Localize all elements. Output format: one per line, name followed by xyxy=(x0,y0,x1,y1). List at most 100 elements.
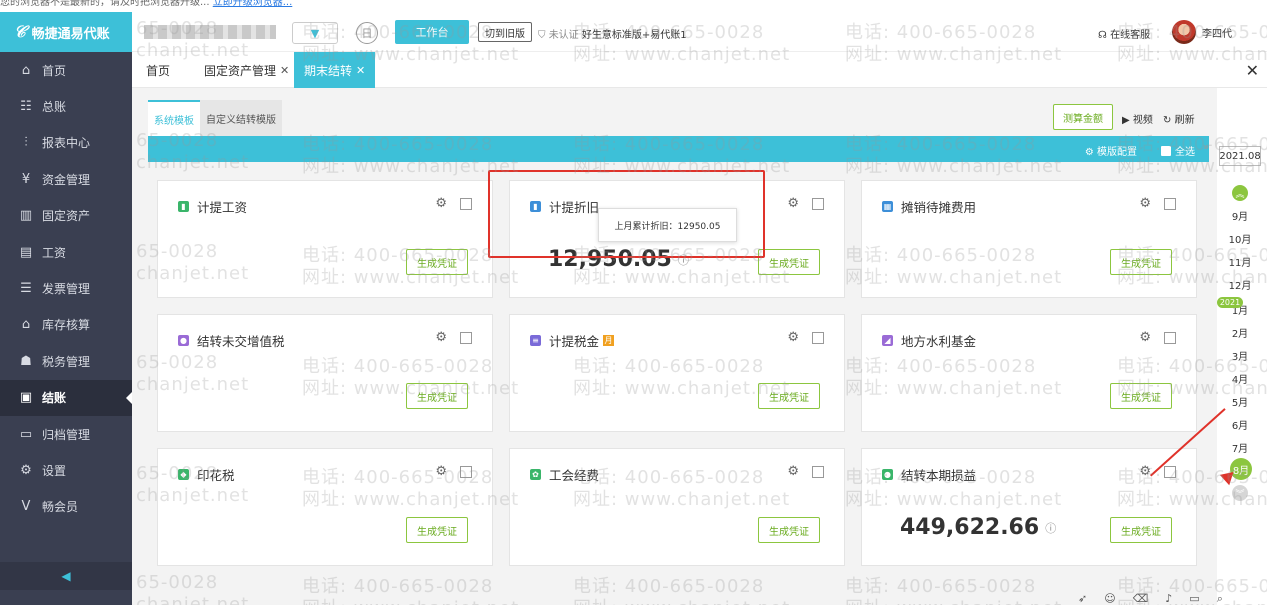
year-badge: 2021 xyxy=(1217,297,1243,308)
card-checkbox[interactable] xyxy=(812,466,824,478)
gear-icon[interactable]: ⚙ xyxy=(1139,196,1151,211)
amount-value: 449,622.66 xyxy=(900,515,1040,540)
card-checkbox[interactable] xyxy=(1164,332,1176,344)
generate-voucher-button[interactable]: 生成凭证 xyxy=(406,517,468,543)
gear-icon[interactable]: ⚙ xyxy=(1139,464,1151,479)
gear-icon[interactable]: ⚙ xyxy=(1139,330,1151,345)
avatar[interactable] xyxy=(1172,20,1196,44)
card-checkbox[interactable] xyxy=(1164,466,1176,478)
card-title-label: 工会经费 xyxy=(549,468,600,483)
refresh-link[interactable]: ↻ 刷新 xyxy=(1163,111,1195,126)
close-icon[interactable]: ✕ xyxy=(356,64,365,77)
gear-icon[interactable]: ⚙ xyxy=(787,330,799,345)
salary-icon: ▤ xyxy=(19,244,33,260)
help-icon[interactable]: ⓘ xyxy=(1045,520,1056,536)
card-checkbox[interactable] xyxy=(812,332,824,344)
tab-system-template[interactable]: 系统模板 xyxy=(148,100,200,136)
template-subtabs: 系统模板 自定义结转模版 xyxy=(148,100,282,136)
sidebar-item[interactable]: ▭ 归档管理 xyxy=(0,416,132,452)
rocket-icon[interactable]: ➶ xyxy=(1078,592,1087,605)
closing-card: ✿ 工会经费 ⚙ 生成凭证 xyxy=(509,448,845,566)
generate-voucher-button[interactable]: 生成凭证 xyxy=(1110,249,1172,275)
gear-icon[interactable]: ⚙ xyxy=(787,464,799,479)
card-checkbox[interactable] xyxy=(812,198,824,210)
month-option[interactable]: 11月 xyxy=(1217,254,1263,269)
sidebar-item[interactable]: ☗ 税务管理 xyxy=(0,343,132,379)
card-checkbox[interactable] xyxy=(460,332,472,344)
month-option[interactable]: 6月 xyxy=(1217,417,1263,432)
expand-picker-icon[interactable]: » xyxy=(1203,142,1215,160)
month-option[interactable]: 4月 xyxy=(1217,371,1263,386)
month-option[interactable]: 12月 xyxy=(1217,277,1263,292)
generate-voucher-button[interactable]: 生成凭证 xyxy=(1110,383,1172,409)
close-all-tabs-icon[interactable]: ✕ xyxy=(1246,61,1259,80)
calendar-icon[interactable]: 日 xyxy=(356,22,378,44)
gear-icon[interactable]: ⚙ xyxy=(787,196,799,211)
current-period[interactable]: 2021.08 xyxy=(1219,146,1261,166)
month-option[interactable]: 10月 xyxy=(1217,231,1263,246)
scroll-up-icon[interactable]: ︽ xyxy=(1232,185,1248,201)
sidebar-item-label: 库存核算 xyxy=(42,318,91,333)
sidebar-item[interactable]: ⌂ 首页 xyxy=(0,52,132,88)
month-option[interactable]: 3月 xyxy=(1217,348,1263,363)
sidebar-item-label: 固定资产 xyxy=(42,209,91,224)
sidebar-item[interactable]: ☰ 发票管理 xyxy=(0,270,132,306)
video-link[interactable]: ▶ 视频 xyxy=(1122,111,1153,126)
speaker-icon[interactable]: ♪ xyxy=(1165,592,1172,605)
generate-voucher-button[interactable]: 生成凭证 xyxy=(406,249,468,275)
browser-notice: 您的浏览器不是最新的，请及时把浏览器升级... 立即升级浏览器... xyxy=(0,0,1267,12)
tab-fixed-assets[interactable]: 固定资产管理 ✕ xyxy=(204,52,289,88)
sidebar-item[interactable]: ⚙ 设置 xyxy=(0,452,132,488)
card-checkbox[interactable] xyxy=(1164,198,1176,210)
card-title: ✿ 工会经费 xyxy=(530,465,599,484)
switch-old-version-button[interactable]: 切到旧版 xyxy=(478,22,532,42)
window-icon[interactable]: ▭ xyxy=(1189,592,1199,605)
card-type-icon: ▮ xyxy=(178,201,189,212)
sidebar-item[interactable]: ▣ 结账 xyxy=(0,379,132,416)
sidebar-item[interactable]: ▤ 工资 xyxy=(0,234,132,270)
main-content: 系统模板 自定义结转模版 测算金额 ▶ 视频 ↻ 刷新 ⚙ 模版配置 全选 ▮ 计… xyxy=(132,88,1217,605)
generate-voucher-button[interactable]: 生成凭证 xyxy=(758,249,820,275)
month-option[interactable]: 2月 xyxy=(1217,325,1263,340)
tab-period-end-closing[interactable]: 期末结转 ✕ xyxy=(294,52,376,88)
tab-custom-template[interactable]: 自定义结转模版 xyxy=(200,100,282,136)
scroll-down-icon[interactable]: ︾ xyxy=(1232,485,1248,501)
unverified-label[interactable]: 未认证 xyxy=(549,30,579,41)
generate-voucher-button[interactable]: 生成凭证 xyxy=(758,517,820,543)
checkout-icon: ▣ xyxy=(19,390,33,406)
sidebar-item[interactable]: ¥ 资金管理 xyxy=(0,161,132,197)
trash-icon[interactable]: ⌫ xyxy=(1133,592,1149,605)
user-menu[interactable]: 李四代 xyxy=(1172,20,1232,44)
generate-voucher-button[interactable]: 生成凭证 xyxy=(406,383,468,409)
sidebar: 𝒞 畅捷通易代账 ⌂ 首页 ☷ 总账 ⫶ 报表中心 ¥ 资金管理 ▥ 固定资产 ▤ 工资 ☰ 发票管理 ⌂ 库… xyxy=(0,12,132,605)
card-checkbox[interactable] xyxy=(460,198,472,210)
sidebar-collapse-button[interactable]: ◀ xyxy=(0,562,132,590)
face-icon[interactable]: ☺ xyxy=(1104,592,1115,605)
tab-home[interactable]: 首页 xyxy=(146,52,170,88)
calc-amount-button[interactable]: 测算金额 xyxy=(1053,104,1113,130)
sidebar-item[interactable]: ⫶ 报表中心 xyxy=(0,125,132,161)
sidebar-item[interactable]: ☷ 总账 xyxy=(0,88,132,124)
card-checkbox[interactable] xyxy=(460,466,472,478)
company-dropdown[interactable]: ▼ xyxy=(292,22,338,44)
select-all-checkbox[interactable] xyxy=(1161,145,1171,156)
browser-notice-link[interactable]: 立即升级浏览器... xyxy=(213,0,293,8)
brand-logo[interactable]: 𝒞 畅捷通易代账 xyxy=(0,12,132,52)
template-config-link[interactable]: ⚙ 模版配置 xyxy=(1085,143,1137,158)
gear-icon[interactable]: ⚙ xyxy=(435,196,447,211)
sidebar-item[interactable]: V 畅会员 xyxy=(0,489,132,525)
card-title-label: 结转未交增值税 xyxy=(197,334,285,349)
generate-voucher-button[interactable]: 生成凭证 xyxy=(758,383,820,409)
search-icon[interactable]: ⌕ xyxy=(1217,592,1223,605)
generate-voucher-button[interactable]: 生成凭证 xyxy=(1110,517,1172,543)
sidebar-item[interactable]: ⌂ 库存核算 xyxy=(0,307,132,343)
gear-icon[interactable]: ⚙ xyxy=(435,330,447,345)
online-service[interactable]: ☊ 在线客服 xyxy=(1098,26,1150,41)
month-option[interactable]: 9月 xyxy=(1217,208,1263,223)
month-option[interactable]: 7月 xyxy=(1217,440,1263,455)
gear-icon[interactable]: ⚙ xyxy=(435,464,447,479)
workbench-button[interactable]: 工作台 xyxy=(395,20,469,44)
select-all-toggle[interactable]: 全选 xyxy=(1161,143,1195,158)
sidebar-item[interactable]: ▥ 固定资产 xyxy=(0,198,132,234)
close-icon[interactable]: ✕ xyxy=(280,64,289,77)
